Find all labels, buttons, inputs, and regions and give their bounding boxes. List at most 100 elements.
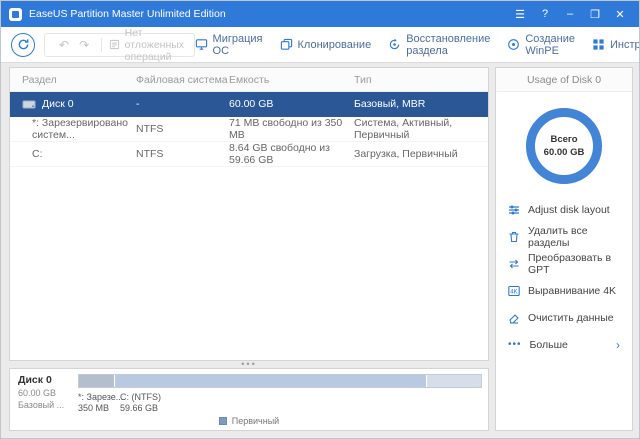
disk-map-name: Диск 0 xyxy=(18,374,80,386)
row-type: Загрузка, Первичный xyxy=(354,148,488,160)
partition-label: *: Зарезе... xyxy=(78,392,123,402)
more-label: Больше xyxy=(530,339,568,351)
row-partition-name: Диск 0 xyxy=(42,98,74,110)
convert-to-gpt-label: Преобразовать в GPT xyxy=(528,252,620,276)
disk-info: Диск 0 60.00 GB Базовый ... xyxy=(18,374,80,410)
legend: Первичный xyxy=(10,416,488,426)
convert-to-gpt-button[interactable]: Преобразовать в GPT xyxy=(496,250,632,277)
disk-map-panel: Диск 0 60.00 GB Базовый ... *: Зарезе...… xyxy=(9,368,489,431)
4k-alignment-icon: 4K xyxy=(508,285,520,297)
wipe-data-label: Очистить данные xyxy=(528,312,614,324)
migrate-os-button[interactable]: Миграция ОС xyxy=(195,33,263,57)
column-header-capacity: Емкость xyxy=(229,74,354,86)
minimize-icon[interactable]: – xyxy=(559,4,581,24)
table-row-c-drive[interactable]: C: NTFS 8.64 GB свободно из 59.66 GB Заг… xyxy=(10,142,488,167)
sidebar-actions: Adjust disk layout Удалить все разделы П… xyxy=(496,196,632,358)
chevron-right-icon: › xyxy=(616,338,620,352)
alignment-4k-button[interactable]: 4K Выравнивание 4K xyxy=(496,277,632,304)
delete-all-partitions-button[interactable]: Удалить все разделы xyxy=(496,223,632,250)
easeus-logo-icon xyxy=(9,8,22,21)
title-bar: EaseUS Partition Master Unlimited Editio… xyxy=(1,1,639,27)
clone-label: Клонирование xyxy=(298,39,372,51)
disk-usage-donut: Всего 60.00 GB xyxy=(526,108,602,184)
maximize-icon[interactable]: ❒ xyxy=(584,4,606,24)
window-title: EaseUS Partition Master Unlimited Editio… xyxy=(29,8,226,20)
adjust-disk-layout-label: Adjust disk layout xyxy=(528,204,610,216)
help-icon[interactable]: ? xyxy=(534,4,556,24)
adjust-disk-layout-button[interactable]: Adjust disk layout xyxy=(496,196,632,223)
disk-drive-icon xyxy=(22,98,36,110)
adjust-layout-icon xyxy=(508,204,520,216)
toolbar-actions: Миграция ОС Клонирование xyxy=(195,33,640,57)
eraser-icon xyxy=(508,312,520,324)
disk-map-size: 60.00 GB xyxy=(18,388,76,398)
refresh-icon xyxy=(17,38,30,51)
create-winpe-button[interactable]: Создание WinPE xyxy=(507,33,575,57)
row-type: Система, Активный, Первичный xyxy=(354,117,488,141)
row-type: Базовый, MBR xyxy=(354,98,488,110)
table-header: Раздел Файловая система Емкость Тип xyxy=(10,68,488,92)
trash-icon xyxy=(508,231,520,243)
disk-bar-segment-system-reserved[interactable] xyxy=(79,375,115,387)
clone-icon xyxy=(280,38,293,51)
pending-operations: Нет отложенных операций xyxy=(109,27,185,63)
clone-button[interactable]: Клонирование xyxy=(280,38,372,51)
os-migration-icon xyxy=(195,38,208,51)
window-controls: ☰ ? – ❒ ✕ xyxy=(509,4,631,24)
pending-list-icon xyxy=(109,39,120,50)
row-filesystem: NTFS xyxy=(136,148,229,160)
more-dots-icon: ••• xyxy=(508,339,522,350)
winpe-disc-icon xyxy=(507,38,520,51)
app-window: EaseUS Partition Master Unlimited Editio… xyxy=(0,0,640,439)
disk-bar-segment-c-drive[interactable] xyxy=(115,375,427,387)
primary-partition-swatch xyxy=(219,417,227,425)
row-capacity: 60.00 GB xyxy=(229,98,354,110)
redo-button[interactable]: ↷ xyxy=(74,38,94,52)
disk-bar-segment-free xyxy=(427,375,481,387)
column-header-type: Тип xyxy=(354,74,488,86)
create-winpe-label: Создание WinPE xyxy=(525,33,575,57)
close-icon[interactable]: ✕ xyxy=(609,4,631,24)
disk-bar xyxy=(78,374,482,388)
migrate-os-label: Миграция ОС xyxy=(213,33,263,57)
svg-text:4K: 4K xyxy=(510,289,517,295)
wipe-data-button[interactable]: Очистить данные xyxy=(496,304,632,331)
legend-label: Первичный xyxy=(232,416,279,426)
disk-map-kind: Базовый ... xyxy=(18,400,76,410)
delete-all-partitions-label: Удалить все разделы xyxy=(528,225,620,249)
row-partition-name: C: xyxy=(32,148,43,160)
undo-button[interactable]: ↶ xyxy=(54,38,74,52)
partition-recovery-icon xyxy=(388,38,401,51)
row-filesystem: - xyxy=(136,98,229,110)
column-header-filesystem: Файловая система xyxy=(136,74,229,86)
partition-label: C: (NTFS) xyxy=(120,392,161,402)
refresh-button[interactable] xyxy=(11,33,35,57)
donut-total-value: 60.00 GB xyxy=(544,147,585,158)
history-group: ↶ ↷ Нет отложенных операций xyxy=(44,33,195,57)
donut-total-label: Всего xyxy=(550,134,577,145)
row-capacity: 71 MB свободно из 350 MB xyxy=(229,117,354,141)
tools-menu-button[interactable]: Инструменты ∨ xyxy=(592,38,640,51)
sidebar-title: Usage of Disk 0 xyxy=(496,68,632,92)
partition-recovery-label: Восстановление раздела xyxy=(406,33,490,57)
toolbar: ↶ ↷ Нет отложенных операций xyxy=(1,27,639,63)
table-row-system-reserved[interactable]: *: Зарезервировано систем... NTFS 71 MB … xyxy=(10,117,488,142)
pending-operations-label: Нет отложенных операций xyxy=(125,27,185,63)
panel-splitter-handle[interactable]: ••• xyxy=(9,360,489,368)
partition-table: Раздел Файловая система Емкость Тип Диск… xyxy=(9,67,489,361)
convert-arrows-icon xyxy=(508,258,520,270)
usage-sidebar: Usage of Disk 0 Всего 60.00 GB Adjust di… xyxy=(495,67,633,431)
table-row-disk0[interactable]: Диск 0 - 60.00 GB Базовый, MBR xyxy=(10,92,488,117)
row-capacity: 8.64 GB свободно из 59.66 GB xyxy=(229,142,354,166)
partition-size: 350 MB xyxy=(78,403,109,413)
partition-recovery-button[interactable]: Восстановление раздела xyxy=(388,33,490,57)
more-button[interactable]: ••• Больше › xyxy=(496,331,632,358)
tools-grid-icon xyxy=(592,38,605,51)
menu-icon[interactable]: ☰ xyxy=(509,4,531,24)
alignment-4k-label: Выравнивание 4K xyxy=(528,285,616,297)
column-header-partition: Раздел xyxy=(10,74,136,86)
tools-label: Инструменты xyxy=(610,39,640,51)
row-filesystem: NTFS xyxy=(136,123,229,135)
toolbar-divider xyxy=(101,38,102,52)
row-partition-name: *: Зарезервировано систем... xyxy=(32,117,136,141)
